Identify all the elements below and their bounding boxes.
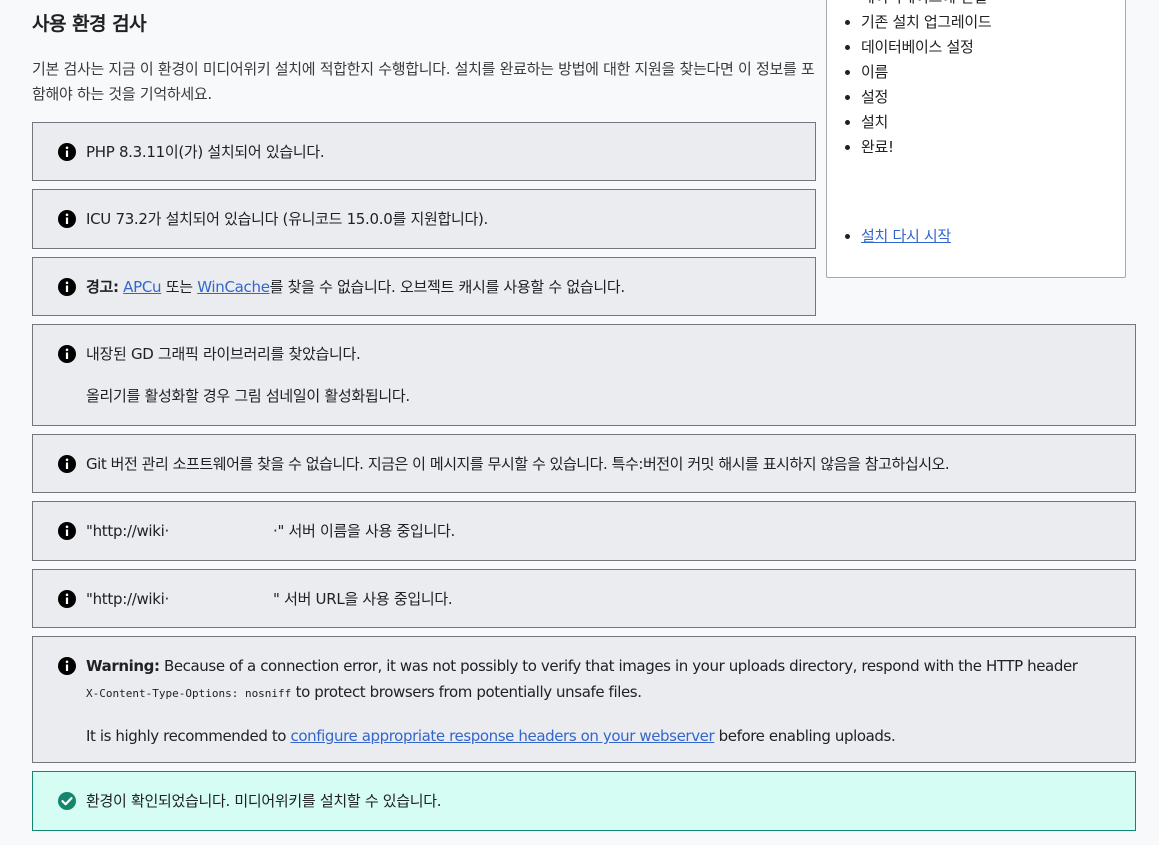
message-text: 환경이 확인되었습니다. 미디어위키를 설치할 수 있습니다.	[86, 792, 442, 810]
message-mid: 또는	[161, 278, 198, 296]
warning-text-1: Because of a connection error, it was no…	[159, 657, 1078, 675]
message-rest: 를 찾을 수 없습니다. 오브젝트 캐시를 사용할 수 없습니다.	[269, 278, 625, 296]
info-icon	[58, 278, 76, 296]
server-url-prefix: "http://wiki·	[86, 590, 170, 608]
restart-item: 설치 다시 시작	[861, 224, 951, 249]
server-name-prefix: "http://wiki·	[86, 522, 170, 540]
wincache-link[interactable]: WinCache	[197, 278, 270, 296]
step-list: 데이터베이스에 연결 기존 설치 업그레이드 데이터베이스 설정 이름 설정 설…	[861, 0, 992, 160]
header-code: X-Content-Type-Options: nosniff	[86, 687, 292, 700]
info-icon	[58, 657, 76, 675]
message-text: ICU 73.2가 설치되어 있습니다 (유니코드 15.0.0를 지원합니다)…	[86, 210, 488, 228]
page-title: 사용 환경 검사	[32, 13, 147, 35]
apcu-link[interactable]: APCu	[123, 278, 161, 296]
info-icon	[58, 455, 76, 473]
message-text: "http://wiki· " 서버 URL을 사용 중입니다.	[86, 586, 1119, 612]
configure-headers-link[interactable]: configure appropriate response headers o…	[290, 727, 714, 745]
install-steps-sidebar: 데이터베이스에 연결 기존 설치 업그레이드 데이터베이스 설정 이름 설정 설…	[826, 0, 1126, 278]
intro-text: 기본 검사는 지금 이 환경이 미디어위키 설치에 적합한지 수행합니다. 설치…	[32, 60, 815, 103]
step-item-name: 이름	[861, 60, 991, 85]
message-text: 내장된 GD 그래픽 라이브러리를 찾았습니다.	[86, 345, 361, 363]
step-item-settings: 설정	[861, 85, 991, 110]
message-server-name: "http://wiki· ·" 서버 이름을 사용 중입니다.	[32, 501, 1136, 561]
message-gd: 내장된 GD 그래픽 라이브러리를 찾았습니다. 올리기를 활성화할 경우 그림…	[32, 324, 1136, 426]
recommend-prefix: It is highly recommended to	[86, 727, 291, 745]
message-text: Git 버전 관리 소프트웨어를 찾을 수 없습니다. 지금은 이 메시지를 무…	[86, 455, 950, 473]
message-text: PHP 8.3.11이(가) 설치되어 있습니다.	[86, 143, 325, 161]
check-circle-icon	[58, 792, 76, 810]
recommend-suffix: before enabling uploads.	[714, 727, 896, 745]
server-name-suffix: ·" 서버 이름을 사용 중입니다.	[273, 522, 455, 540]
restart-list: 설치 다시 시작	[861, 224, 951, 249]
warning-label: 경고:	[86, 278, 119, 296]
message-server-url: "http://wiki· " 서버 URL을 사용 중입니다.	[32, 569, 1136, 628]
message-apcu-warning: 경고: APCu 또는 WinCache를 찾을 수 없습니다. 오브젝트 캐시…	[32, 257, 816, 316]
info-icon	[58, 590, 76, 608]
warning-label: Warning:	[86, 657, 160, 675]
step-item-install: 설치	[861, 110, 991, 135]
step-item-upgrade: 기존 설치 업그레이드	[861, 10, 992, 35]
info-icon	[58, 143, 76, 161]
message-git: Git 버전 관리 소프트웨어를 찾을 수 없습니다. 지금은 이 메시지를 무…	[32, 434, 1136, 493]
message-detail: It is highly recommended to configure ap…	[86, 723, 1119, 749]
warning-text-2: to protect browsers from potentially uns…	[291, 683, 642, 701]
step-item-connect-db: 데이터베이스에 연결	[861, 0, 991, 10]
info-icon	[58, 522, 76, 540]
server-url-suffix: " 서버 URL을 사용 중입니다.	[273, 590, 453, 608]
message-success: 환경이 확인되었습니다. 미디어위키를 설치할 수 있습니다.	[32, 771, 1136, 831]
info-icon	[58, 345, 76, 363]
message-icu: ICU 73.2가 설치되어 있습니다 (유니코드 15.0.0를 지원합니다)…	[32, 189, 816, 249]
step-item-complete: 완료!	[861, 135, 991, 160]
message-nosniff-warning: Warning: Because of a connection error, …	[32, 636, 1136, 763]
info-icon	[58, 210, 76, 228]
message-text: Warning: Because of a connection error, …	[86, 653, 1119, 707]
message-text: "http://wiki· ·" 서버 이름을 사용 중입니다.	[86, 518, 1119, 544]
message-text: 경고: APCu 또는 WinCache를 찾을 수 없습니다. 오브젝트 캐시…	[86, 274, 799, 300]
message-detail: 올리기를 활성화할 경우 그림 섬네일이 활성화됩니다.	[86, 387, 410, 405]
restart-install-link[interactable]: 설치 다시 시작	[861, 227, 951, 245]
step-item-db-settings: 데이터베이스 설정	[861, 35, 991, 60]
message-php: PHP 8.3.11이(가) 설치되어 있습니다.	[32, 122, 816, 181]
